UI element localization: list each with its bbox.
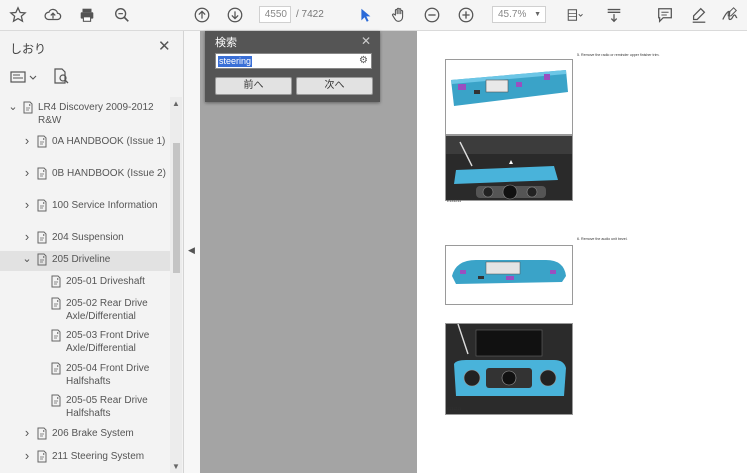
bookmark-icon xyxy=(37,199,47,212)
bookmark-search-icon[interactable] xyxy=(52,67,70,85)
bookmark-icon xyxy=(37,135,47,148)
bookmark-item[interactable]: 205-05 Rear Drive Halfshafts xyxy=(0,392,170,420)
bookmark-label: 206 Brake System xyxy=(52,428,134,439)
page-down-icon[interactable] xyxy=(224,4,246,26)
sign-icon[interactable] xyxy=(719,4,741,26)
bookmarks-toolbar xyxy=(0,61,183,91)
bookmark-icon xyxy=(37,253,47,266)
bookmark-icon xyxy=(51,329,61,342)
bookmark-icon xyxy=(51,394,61,407)
figure-ref-2: E131211 xyxy=(447,407,462,411)
bookmarks-title: しおり xyxy=(10,42,47,56)
bookmark-icon xyxy=(51,362,61,375)
bookmark-label: 100 Service Information xyxy=(52,200,158,211)
bookmark-label: 211 Steering System xyxy=(52,451,145,462)
bookmark-item[interactable]: › 0B HANDBOOK (Issue 2) xyxy=(0,165,170,193)
scroll-up-icon[interactable]: ▲ xyxy=(172,99,180,108)
bookmark-item[interactable]: › 211 Steering System xyxy=(0,448,170,465)
bookmark-label: 205-01 Driveshaft xyxy=(66,276,145,287)
chevron-right-icon[interactable]: › xyxy=(22,134,32,147)
figure-ref-1: E131211 xyxy=(447,199,462,203)
options-menu-button[interactable] xyxy=(10,69,38,85)
bookmark-icon xyxy=(37,231,47,244)
panel-splitter[interactable]: ◀ xyxy=(184,31,200,473)
close-icon[interactable]: ✕ xyxy=(158,37,171,55)
chevron-right-icon[interactable]: › xyxy=(22,426,32,439)
page-total: / 7422 xyxy=(296,9,324,20)
figure-audio-bezel xyxy=(445,245,573,305)
close-icon[interactable]: ✕ xyxy=(361,34,371,48)
bookmark-label: LR4 Discovery 2009-2012 R&W xyxy=(38,102,154,126)
bookmark-item[interactable]: › 0A HANDBOOK (Issue 1) xyxy=(0,133,170,161)
find-input[interactable]: steering ⚙ xyxy=(215,53,372,69)
figure-dashboard-top xyxy=(445,135,573,201)
step-6-caption: 6. Remove the audio unit bezel. xyxy=(577,237,628,241)
bookmark-label: 205-02 Rear Drive Axle/Differential xyxy=(66,298,148,322)
bookmark-item[interactable]: 205-02 Rear Drive Axle/Differential xyxy=(0,295,170,323)
zoom-select[interactable]: 45.7% ▼ xyxy=(492,6,546,23)
page-number-input[interactable]: 4550 xyxy=(259,6,291,23)
chevron-right-icon[interactable]: › xyxy=(22,166,32,179)
zoom-value: 45.7% xyxy=(498,9,527,20)
chevron-down-icon: ▼ xyxy=(534,11,541,18)
find-prev-button[interactable]: 前へ xyxy=(215,77,292,95)
zoom-out-icon[interactable] xyxy=(421,4,443,26)
bookmark-label: 205-04 Front Drive Halfshafts xyxy=(66,363,150,387)
find-query: steering xyxy=(218,56,253,67)
gear-icon[interactable]: ⚙ xyxy=(359,55,368,66)
page-number-value: 4550 xyxy=(264,9,287,20)
page-up-icon[interactable] xyxy=(191,4,213,26)
figure-audio-unit xyxy=(445,323,573,415)
figure-upper-trim xyxy=(445,59,573,135)
hand-icon[interactable] xyxy=(388,4,410,26)
toolbar: 4550 / 7422 45.7% ▼ xyxy=(0,0,747,31)
step-5-caption: 5. Remove the radio or reminder upper fi… xyxy=(577,53,660,57)
scroll-mode-icon[interactable] xyxy=(603,4,625,26)
bookmark-icon xyxy=(51,297,61,310)
bookmark-item[interactable]: 205-01 Driveshaft xyxy=(0,273,170,293)
bookmark-icon xyxy=(37,167,47,180)
bookmark-label: 205-05 Rear Drive Halfshafts xyxy=(66,395,148,419)
zoom-search-icon[interactable] xyxy=(111,4,133,26)
bookmark-item[interactable]: › 206 Brake System xyxy=(0,425,170,442)
chevron-down-icon[interactable]: ⌄ xyxy=(22,254,32,265)
bookmark-tree: ⌄ LR4 Discovery 2009-2012 R&W › 0A HANDBOOK… xyxy=(0,99,170,473)
scrollbar-thumb[interactable] xyxy=(173,143,180,273)
bookmarks-scrollbar[interactable]: ▲ ▼ xyxy=(170,97,182,473)
select-arrow-icon[interactable] xyxy=(354,4,376,26)
document-page: 5. Remove the radio or reminder upper fi… xyxy=(417,31,747,473)
collapse-left-icon[interactable]: ◀ xyxy=(188,245,195,256)
bookmark-icon xyxy=(51,275,61,288)
bookmark-label: 205 Driveline xyxy=(52,254,111,265)
star-icon[interactable] xyxy=(7,4,29,26)
chevron-down-icon[interactable]: ⌄ xyxy=(8,102,18,113)
bookmark-label: 204 Suspension xyxy=(52,232,124,243)
bookmark-item[interactable]: 205-03 Front Drive Axle/Differential xyxy=(0,327,170,355)
chevron-right-icon[interactable]: › xyxy=(22,198,32,211)
cloud-upload-icon[interactable] xyxy=(42,4,64,26)
bookmark-item[interactable]: › 100 Service Information xyxy=(0,197,170,225)
fit-page-icon[interactable] xyxy=(561,4,589,26)
bookmark-item[interactable]: › 204 Suspension xyxy=(0,229,170,246)
scroll-down-icon[interactable]: ▼ xyxy=(172,462,180,471)
highlight-pen-icon[interactable] xyxy=(688,4,710,26)
find-next-button[interactable]: 次へ xyxy=(296,77,373,95)
bookmark-icon xyxy=(37,427,47,440)
comment-icon[interactable] xyxy=(654,4,676,26)
find-title: 検索 xyxy=(215,37,237,49)
bookmark-label: 205-03 Front Drive Axle/Differential xyxy=(66,330,150,354)
find-dialog: 検索 ✕ steering ⚙ 前へ 次へ xyxy=(205,31,380,102)
bookmark-icon xyxy=(23,101,33,114)
bookmark-item[interactable]: ⌄ LR4 Discovery 2009-2012 R&W xyxy=(0,99,170,129)
zoom-in-icon[interactable] xyxy=(455,4,477,26)
bookmarks-panel: しおり ✕ ⌄ LR4 Discovery 2009-2012 R&W › 0A HA… xyxy=(0,31,184,473)
bookmark-icon xyxy=(37,450,47,463)
bookmark-item[interactable]: 205-04 Front Drive Halfshafts xyxy=(0,360,170,388)
chevron-right-icon[interactable]: › xyxy=(22,449,32,462)
chevron-right-icon[interactable]: › xyxy=(22,230,32,243)
print-icon[interactable] xyxy=(76,4,98,26)
bookmark-item[interactable]: ⌄ 205 Driveline xyxy=(0,251,170,271)
bookmark-label: 0A HANDBOOK (Issue 1) xyxy=(52,136,166,147)
bookmark-label: 0B HANDBOOK (Issue 2) xyxy=(52,168,166,179)
